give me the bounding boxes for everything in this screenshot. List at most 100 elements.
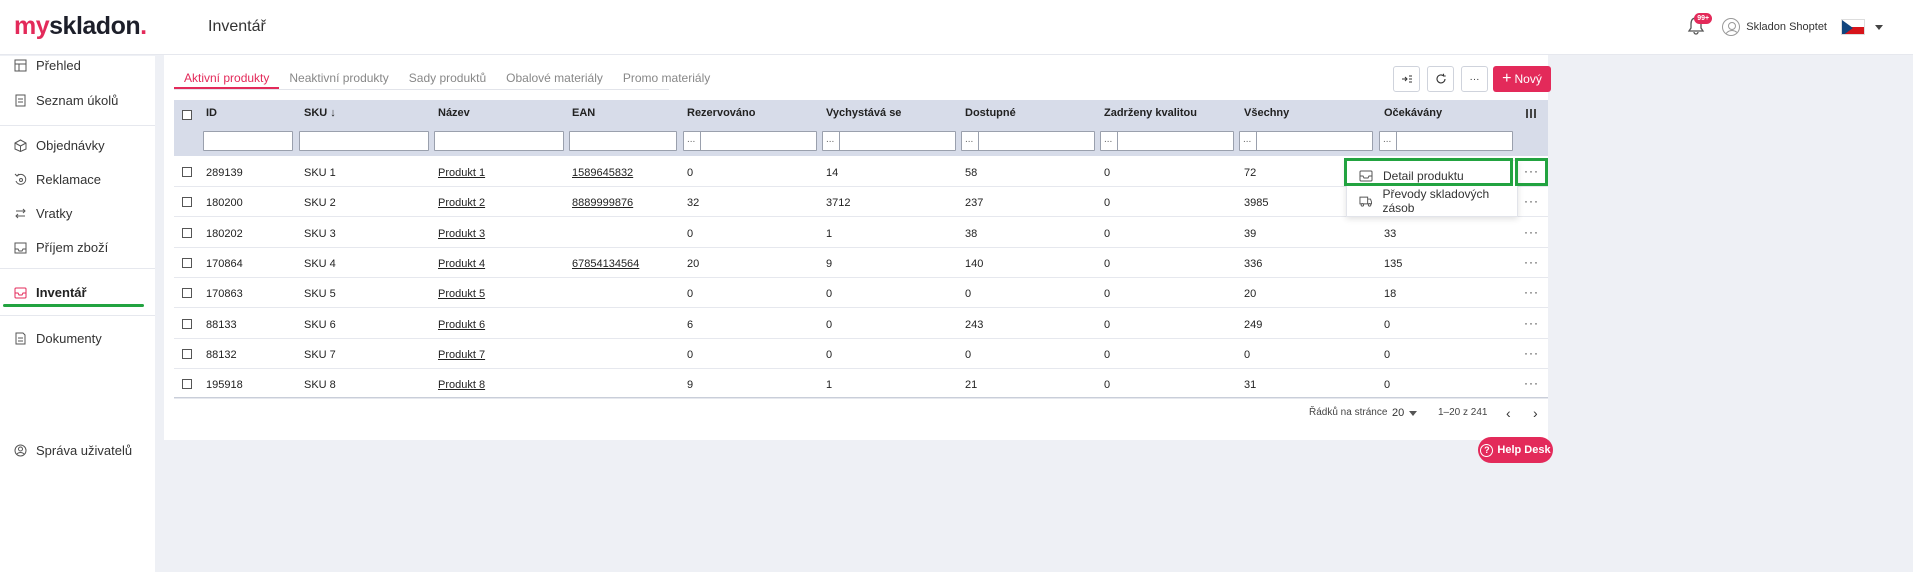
cell-dostupne: 58 xyxy=(965,167,978,179)
tab-promo-materialy[interactable]: Promo materiály xyxy=(613,65,720,89)
rows-per-page-select[interactable]: 20 xyxy=(1392,407,1418,419)
cell-nazev-link[interactable]: Produkt 4 xyxy=(438,258,485,270)
column-header-zadrzeny-kvalitou[interactable]: Zadrženy kvalitou xyxy=(1104,107,1197,119)
tab-neaktivni-produkty[interactable]: Neaktivní produkty xyxy=(279,65,398,89)
czech-flag-icon[interactable] xyxy=(1841,19,1865,35)
columns-settings-icon[interactable] xyxy=(1526,109,1536,118)
row-checkbox[interactable] xyxy=(182,348,192,359)
column-header-ocekavany[interactable]: Očekávány xyxy=(1384,107,1442,119)
exchange-icon xyxy=(15,208,26,218)
sidebar-item-dokumenty[interactable]: Dokumenty xyxy=(0,321,155,355)
box-icon xyxy=(14,138,27,152)
column-header-ean[interactable]: EAN xyxy=(572,107,595,119)
cell-nazev-link[interactable]: Produkt 2 xyxy=(438,197,485,209)
filter-rezervovano-range[interactable]: ... xyxy=(683,131,817,151)
column-header-vsechny[interactable]: Všechny xyxy=(1244,107,1289,119)
row-more-button[interactable]: ··· xyxy=(1524,346,1539,360)
filter-dostupne-range[interactable]: ... xyxy=(961,131,1095,151)
table-bottom-border xyxy=(174,397,1548,398)
row-more-button[interactable]: ··· xyxy=(1524,255,1539,269)
cell-nazev-link[interactable]: Produkt 6 xyxy=(438,319,485,331)
row-checkbox[interactable] xyxy=(182,379,192,390)
cell-ean-link[interactable]: 8889999876 xyxy=(572,197,633,209)
user-avatar-icon[interactable] xyxy=(1722,18,1741,36)
cell-vychystava-se: 14 xyxy=(826,167,839,179)
select-all-checkbox[interactable] xyxy=(182,110,192,120)
filter-zadrzeny-range[interactable]: ... xyxy=(1100,131,1234,151)
column-header-nazev[interactable]: Název xyxy=(438,107,470,119)
table-row: 88132 SKU 7 Produkt 7 0 0 0 0 0 0 ··· xyxy=(174,339,1548,369)
row-checkbox[interactable] xyxy=(182,257,192,268)
sidebar-item-vratky[interactable]: Vratky xyxy=(0,196,155,230)
refresh-button[interactable] xyxy=(1427,66,1454,92)
filter-id-input[interactable] xyxy=(203,131,293,151)
cell-rezervovano: 0 xyxy=(687,288,694,301)
row-more-button[interactable]: ··· xyxy=(1524,376,1539,390)
column-header-rezervovano[interactable]: Rezervováno xyxy=(687,107,755,119)
sidebar-item-objednavky[interactable]: Objednávky xyxy=(0,128,155,162)
sidebar-item-prehled[interactable]: Přehled xyxy=(0,48,155,82)
cell-vsechny: 0 xyxy=(1244,348,1251,361)
column-header-dostupne[interactable]: Dostupné xyxy=(965,107,1016,119)
cell-ean-link[interactable]: 1589645832 xyxy=(572,167,633,179)
cell-nazev-link[interactable]: Produkt 8 xyxy=(438,379,485,391)
pagination-range: 1–20 z 241 xyxy=(1438,407,1488,418)
sort-arrow-down-icon: ↓ xyxy=(330,107,336,119)
next-page-chevron-icon[interactable]: › xyxy=(1533,405,1538,421)
cell-ocekavany: 18 xyxy=(1384,288,1397,301)
cell-vychystava-se: 9 xyxy=(826,257,833,270)
filter-vsechny-range[interactable]: ... xyxy=(1239,131,1373,151)
new-product-button[interactable]: + Nový xyxy=(1493,66,1551,92)
sidebar-item-reklamace[interactable]: Reklamace xyxy=(0,162,155,196)
tab-obalove-materialy[interactable]: Obalové materiály xyxy=(496,65,613,89)
sidebar-item-seznam-ukolu[interactable]: Seznam úkolů xyxy=(0,83,155,117)
row-more-button[interactable]: ··· xyxy=(1524,225,1539,239)
row-checkbox[interactable] xyxy=(182,167,192,177)
filter-sku-input[interactable] xyxy=(299,131,429,151)
menu-item-prevody-skladovych-zasob[interactable]: Převody skladových zásob xyxy=(1347,187,1519,215)
tab-sady-produktu[interactable]: Sady produktů xyxy=(399,65,496,89)
filter-vychystava-range[interactable]: ... xyxy=(822,131,956,151)
cell-dostupne: 237 xyxy=(965,197,984,210)
table-row: 289139 SKU 1 Produkt 1 1589645832 0 14 58 0 72 ··… xyxy=(174,157,1548,187)
cell-id: 180200 xyxy=(206,197,243,210)
sidebar-item-prijem-zbozi[interactable]: Příjem zboží xyxy=(0,230,155,264)
cell-vychystava-se: 0 xyxy=(826,318,833,331)
cell-dostupne: 38 xyxy=(965,227,978,240)
cell-nazev-link[interactable]: Produkt 3 xyxy=(438,228,485,240)
notifications-button[interactable]: 99+ xyxy=(1686,13,1713,38)
column-header-vychystava-se[interactable]: Vychystává se xyxy=(826,107,901,119)
cell-nazev-link[interactable]: Produkt 5 xyxy=(438,288,485,300)
cell-sku: SKU 7 xyxy=(304,348,336,361)
user-name[interactable]: Skladon Shoptet xyxy=(1746,21,1827,33)
previous-page-chevron-icon[interactable]: ‹ xyxy=(1506,405,1511,421)
filter-ean-input[interactable] xyxy=(569,131,677,151)
row-more-button[interactable]: ··· xyxy=(1524,316,1539,330)
cell-zadrzeny-kvalitou: 0 xyxy=(1104,288,1111,301)
cell-ean-link[interactable]: 67854134564 xyxy=(572,258,639,270)
help-desk-button[interactable]: ? Help Desk xyxy=(1478,437,1553,463)
cell-id: 88132 xyxy=(206,348,237,361)
export-button[interactable] xyxy=(1393,66,1420,92)
cell-rezervovano: 0 xyxy=(687,348,694,361)
app-logo[interactable]: myskladon. xyxy=(14,12,147,41)
row-checkbox[interactable] xyxy=(182,318,192,329)
chevron-down-icon xyxy=(1409,410,1418,416)
cell-nazev-link[interactable]: Produkt 1 xyxy=(438,167,485,179)
column-header-sku[interactable]: SKU ↓ xyxy=(304,107,336,119)
column-header-id[interactable]: ID xyxy=(206,107,217,119)
cell-zadrzeny-kvalitou: 0 xyxy=(1104,227,1111,240)
sidebar-item-sprava-uzivatelu[interactable]: Správa uživatelů xyxy=(0,433,155,467)
row-checkbox[interactable] xyxy=(182,197,192,208)
cell-nazev-link[interactable]: Produkt 7 xyxy=(438,349,485,361)
row-checkbox[interactable] xyxy=(182,227,192,238)
more-actions-button[interactable]: ··· xyxy=(1461,66,1488,92)
filter-nazev-input[interactable] xyxy=(434,131,564,151)
language-chevron-down-icon[interactable] xyxy=(1875,24,1883,30)
row-checkbox[interactable] xyxy=(182,288,192,299)
tab-aktivni-produkty[interactable]: Aktivní produkty xyxy=(174,65,280,89)
cell-rezervovano: 6 xyxy=(687,318,694,331)
row-more-button[interactable]: ··· xyxy=(1524,194,1539,208)
filter-ocekavany-range[interactable]: ... xyxy=(1379,131,1513,151)
row-more-button[interactable]: ··· xyxy=(1524,285,1539,299)
